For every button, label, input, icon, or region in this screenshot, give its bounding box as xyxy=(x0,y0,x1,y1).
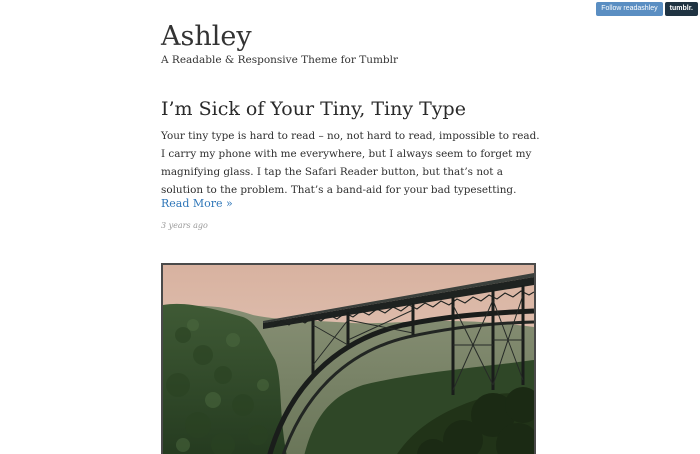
tumblr-controls: Follow readashley tumblr. xyxy=(596,2,698,16)
bridge-photo-image xyxy=(163,265,534,454)
post-body: Your tiny type is hard to read – no, not… xyxy=(161,130,540,196)
tumblr-logo-button[interactable]: tumblr. xyxy=(664,2,698,16)
post-title[interactable]: I’m Sick of Your Tiny, Tiny Type xyxy=(161,96,466,122)
post-date[interactable]: 3 years ago xyxy=(161,220,208,232)
bridge-photo[interactable] xyxy=(161,263,536,454)
site-description: A Readable & Responsive Theme for Tumblr xyxy=(161,54,399,66)
read-more-link[interactable]: Read More » xyxy=(161,196,233,212)
follow-button[interactable]: Follow readashley xyxy=(596,2,663,16)
site-title[interactable]: Ashley xyxy=(161,20,252,54)
